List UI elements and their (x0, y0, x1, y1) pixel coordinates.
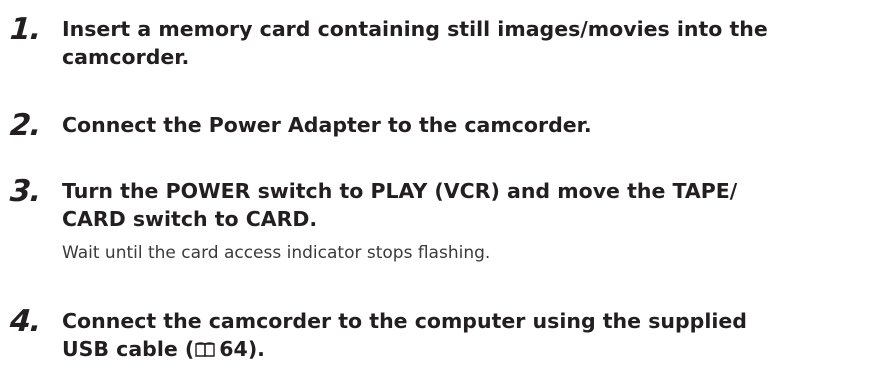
page-reference: 64 (219, 337, 248, 361)
step-number: 2. (8, 108, 42, 143)
step-instruction: Connect the Power Adapter to the camcord… (62, 111, 890, 139)
step-line: Turn the POWER switch to PLAY (VCR) and … (62, 179, 738, 203)
step-note: Wait until the card access indicator sto… (62, 243, 491, 263)
step-instruction: Insert a memory card containing still im… (62, 15, 890, 71)
step-instruction: Turn the POWER switch to PLAY (VCR) and … (62, 177, 890, 233)
step-instruction: Connect the camcorder to the computer us… (62, 307, 890, 363)
step-line: Connect the camcorder to the computer us… (62, 309, 747, 333)
book-reference-icon (195, 342, 215, 358)
manual-page: { "steps": [ { "number": "1.", "lines": … (0, 0, 893, 374)
step-line: Insert a memory card containing still im… (62, 17, 768, 41)
step-line: camcorder. (62, 45, 190, 69)
step-line: USB cable ( 64). (62, 335, 890, 363)
step-number: 1. (8, 12, 42, 47)
step-line-text: USB cable ( (62, 337, 195, 361)
step-line: CARD switch to CARD. (62, 207, 318, 231)
step-line: Connect the Power Adapter to the camcord… (62, 113, 592, 137)
step-number: 4. (8, 304, 42, 339)
step-line-text: ). (247, 337, 265, 361)
step-number: 3. (8, 174, 42, 209)
